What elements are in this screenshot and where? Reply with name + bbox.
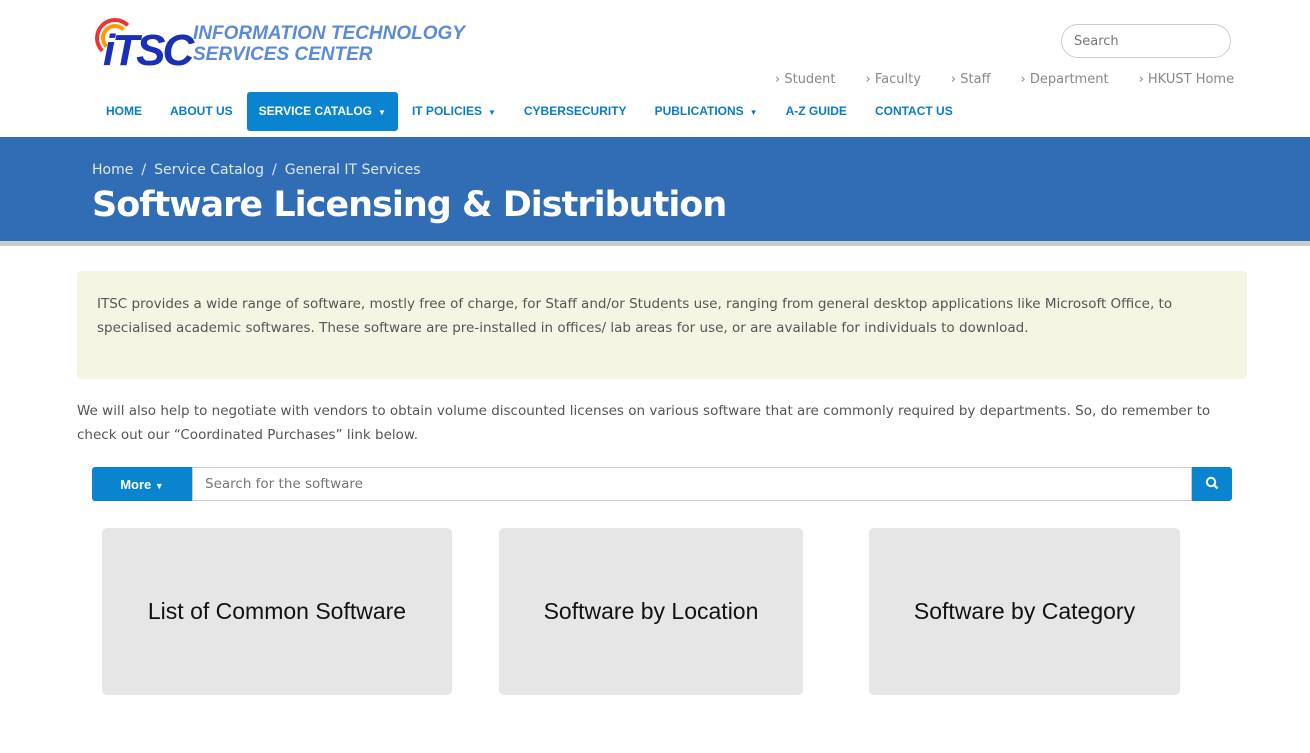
main-nav: HOME ABOUT US SERVICE CATALOG ▼ IT POLICI… <box>92 92 967 131</box>
quick-link-staff[interactable]: › Staff <box>951 72 991 87</box>
nav-service-catalog[interactable]: SERVICE CATALOG ▼ <box>246 92 398 131</box>
card-software-by-category[interactable]: Software by Category <box>869 528 1180 695</box>
caret-down-icon: ▼ <box>749 108 758 117</box>
page-title: Software Licensing & Distribution <box>92 185 727 225</box>
itsc-logo[interactable]: iTSC INFORMATION TECHNOLOGY SERVICES CENT… <box>95 18 465 75</box>
logo-text: INFORMATION TECHNOLOGY SERVICES CENTER <box>193 23 465 65</box>
site-search-input[interactable] <box>1061 24 1231 58</box>
nav-it-policies[interactable]: IT POLICIES ▼ <box>398 92 510 131</box>
breadcrumb-general-it-services[interactable]: General IT Services <box>285 162 421 178</box>
nav-about-us[interactable]: ABOUT US <box>156 92 247 131</box>
search-button[interactable] <box>1192 467 1232 501</box>
quick-link-faculty[interactable]: › Faculty <box>866 72 921 87</box>
card-software-by-location[interactable]: Software by Location <box>499 528 803 695</box>
nav-home[interactable]: HOME <box>92 92 156 131</box>
nav-publications[interactable]: PUBLICATIONS ▼ <box>641 92 772 131</box>
software-search-input[interactable] <box>192 467 1192 501</box>
quick-links: › Student › Faculty › Staff › Department… <box>775 72 1264 87</box>
intro-paragraph: We will also help to negotiate with vend… <box>77 403 1211 443</box>
more-dropdown-button[interactable]: More ▼ <box>92 467 192 501</box>
nav-cybersecurity[interactable]: CYBERSECURITY <box>510 92 641 131</box>
breadcrumb: Home / Service Catalog / General IT Services <box>92 162 421 178</box>
quick-link-hkust-home[interactable]: › HKUST Home <box>1139 72 1235 87</box>
search-icon <box>1205 476 1219 489</box>
intro-note: ITSC provides a wide range of software, … <box>77 271 1247 379</box>
nav-a-z-guide[interactable]: A-Z GUIDE <box>772 92 861 131</box>
card-list-of-common-software[interactable]: List of Common Software <box>102 528 452 695</box>
nav-contact-us[interactable]: CONTACT US <box>861 92 967 131</box>
caret-down-icon: ▼ <box>378 108 386 117</box>
quick-link-department[interactable]: › Department <box>1021 72 1109 87</box>
caret-down-icon: ▼ <box>487 108 496 117</box>
caret-down-icon: ▼ <box>154 480 164 491</box>
page-banner: Home / Service Catalog / General IT Services… <box>0 137 1310 246</box>
breadcrumb-home[interactable]: Home <box>92 162 133 178</box>
quick-link-student[interactable]: › Student <box>775 72 836 87</box>
breadcrumb-service-catalog[interactable]: Service Catalog <box>154 162 264 178</box>
logo-mark: iTSC <box>95 18 194 75</box>
software-search-bar: More ▼ <box>92 467 1232 501</box>
